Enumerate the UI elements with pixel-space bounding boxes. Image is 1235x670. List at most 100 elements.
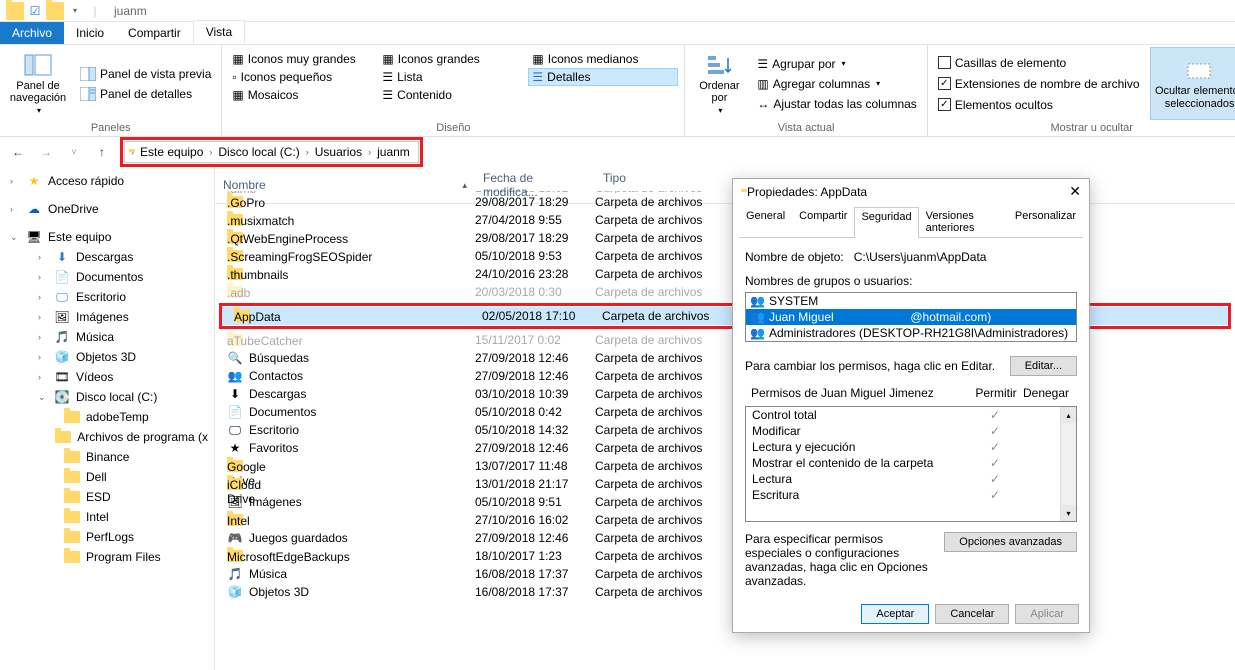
forward-button[interactable]: → [36,142,56,162]
close-button[interactable]: ✕ [1069,183,1081,200]
tab-sharing[interactable]: Compartir [792,206,854,237]
permission-row: Mostrar el contenido de la carpeta✓ [746,455,1076,471]
tab-share[interactable]: Compartir [116,22,193,44]
navigation-sidebar[interactable]: ›★Acceso rápido ›☁OneDrive ⌄🖥Este equipo… [0,167,215,670]
group-by-button[interactable]: ☰Agrupar por▾ [753,55,920,73]
permission-row: Control total✓ [746,407,1076,423]
recent-dropdown[interactable]: ˅ [64,142,84,162]
nav-pane-button[interactable]: Panel de navegación ▾ [6,47,70,120]
add-columns-button[interactable]: ▥Agregar columnas▾ [753,75,920,93]
layout-icon: ▦ [232,52,243,66]
group-item[interactable]: 👥Administradores (DESKTOP-RH21G8I\Admini… [746,325,1076,341]
permissions-for-label: Permisos de Juan Miguel Jimenez [751,386,971,400]
layout-content[interactable]: ☰Contenido [378,86,528,104]
tree-downloads[interactable]: ›⬇Descargas [0,247,214,267]
allow-check-icon: ✓ [970,408,1020,422]
tree-folder-item[interactable]: adobeTemp [0,407,214,427]
tree-music[interactable]: ›🎵Música [0,327,214,347]
tab-view[interactable]: Vista [193,20,245,44]
nav-pane-icon [22,52,54,78]
layout-details[interactable]: ☰Detalles [528,68,678,86]
filename-extensions[interactable]: Extensiones de nombre de archivo [934,75,1144,93]
allow-check-icon: ✓ [970,472,1020,486]
apply-button[interactable]: Aplicar [1015,604,1079,624]
cloud-icon: ☁ [26,201,42,217]
desk-icon: 🖵 [227,422,243,438]
download-icon: ⬇ [54,249,70,265]
checkbox-icon [938,98,951,111]
tree-3dobjects[interactable]: ›🧊Objetos 3D [0,347,214,367]
tree-folder-item[interactable]: Dell [0,467,214,487]
address-bar[interactable]: › Este equipo › Disco local (C:) › Usuar… [124,141,419,163]
chevron-right-icon[interactable]: › [304,147,311,157]
breadcrumb-seg[interactable]: Usuarios [311,145,366,159]
details-pane-button[interactable]: Panel de detalles [76,85,215,103]
tab-general[interactable]: General [739,206,792,237]
edit-button[interactable]: Editar... [1010,356,1077,376]
layout-small[interactable]: ▫Iconos pequeños [228,68,378,86]
hidden-items[interactable]: Elementos ocultos [934,96,1144,114]
quick-access-toolbar: ☑ ▾ | [2,2,108,20]
tree-folder-item[interactable]: Binance [0,447,214,467]
tab-customize[interactable]: Personalizar [1008,206,1083,237]
tree-this-pc[interactable]: ⌄🖥Este equipo [0,227,214,247]
cancel-button[interactable]: Cancelar [935,604,1009,624]
tab-security[interactable]: Seguridad [854,207,918,238]
scrollbar[interactable]: ▴ ▾ [1060,407,1076,521]
layout-list[interactable]: ☰Lista [378,68,528,86]
up-button[interactable]: ↑ [92,142,112,162]
preview-pane-button[interactable]: Panel de vista previa [76,65,215,83]
tree-local-c[interactable]: ⌄💽Disco local (C:) [0,387,214,407]
layout-tiles[interactable]: ▦Mosaicos [228,86,378,104]
scroll-down-icon[interactable]: ▾ [1061,505,1076,521]
tree-folder-item[interactable]: ESD [0,487,214,507]
folder-icon: iCloud Drive [227,476,243,492]
allow-check-icon: ✓ [970,424,1020,438]
tree-folder-item[interactable]: Intel [0,507,214,527]
tree-folder-item[interactable]: Program Files [0,547,214,567]
scroll-up-icon[interactable]: ▴ [1061,407,1076,423]
layout-icon: ▦ [232,88,243,102]
breadcrumb-seg[interactable]: Disco local (C:) [214,145,303,159]
ok-button[interactable]: Aceptar [861,604,929,624]
folder-icon: .thumbnails [227,266,243,282]
fit-columns-button[interactable]: ↔Ajustar todas las columnas [753,95,920,113]
tab-home[interactable]: Inicio [64,22,116,44]
hide-selected-button[interactable]: Ocultar elementos seleccionados [1150,47,1235,120]
tree-videos[interactable]: ›🎞Vídeos [0,367,214,387]
group-item[interactable]: 👥Juan Miguel @hotmail.com) [746,309,1076,325]
title-bar: ☑ ▾ | juanm [0,0,1235,22]
tab-file[interactable]: Archivo [0,22,64,44]
qat-dropdown-icon[interactable]: ▾ [66,2,84,20]
advanced-button[interactable]: Opciones avanzadas [944,532,1077,552]
layout-medium[interactable]: ▦Iconos medianos [528,50,678,68]
tree-onedrive[interactable]: ›☁OneDrive [0,199,214,219]
tree-quick-access[interactable]: ›★Acceso rápido [0,171,214,191]
layout-icon: ☰ [382,88,393,102]
navigation-bar: ← → ˅ ↑ › Este equipo › Disco local (C:)… [0,137,1235,167]
tree-desktop[interactable]: ›🖵Escritorio [0,287,214,307]
layout-large[interactable]: ▦Iconos grandes [378,50,528,68]
dialog-titlebar[interactable]: Propiedades: AppData ✕ [733,179,1089,204]
tree-pictures[interactable]: ›🖼Imágenes [0,307,214,327]
tree-documents[interactable]: ›📄Documentos [0,267,214,287]
chevron-right-icon[interactable]: › [366,147,373,157]
details-pane-icon [80,87,96,101]
back-button[interactable]: ← [8,142,28,162]
folder-icon [55,429,71,445]
groups-listbox[interactable]: 👥SYSTEM👥Juan Miguel @hotmail.com)👥Admini… [745,292,1077,342]
tab-previous-versions[interactable]: Versiones anteriores [919,206,1008,237]
chevron-right-icon[interactable]: › [207,147,214,157]
layout-xlarge[interactable]: ▦Iconos muy grandes [228,50,378,68]
breadcrumb-seg[interactable]: juanm [373,145,414,159]
group-item[interactable]: 👥SYSTEM [746,293,1076,309]
drive-icon: 💽 [54,389,70,405]
breadcrumb-seg[interactable]: Este equipo [136,145,207,159]
item-checkboxes[interactable]: Casillas de elemento [934,54,1144,72]
folder-icon: Intel [227,512,243,528]
tree-folder-item[interactable]: Archivos de programa (x [0,427,214,447]
tree-folder-item[interactable]: PerfLogs [0,527,214,547]
checkbox-icon[interactable]: ☑ [26,2,44,20]
permissions-listbox[interactable]: Control total✓Modificar✓Lectura y ejecuc… [745,406,1077,522]
sort-by-button[interactable]: Ordenar por▾ [691,47,747,120]
